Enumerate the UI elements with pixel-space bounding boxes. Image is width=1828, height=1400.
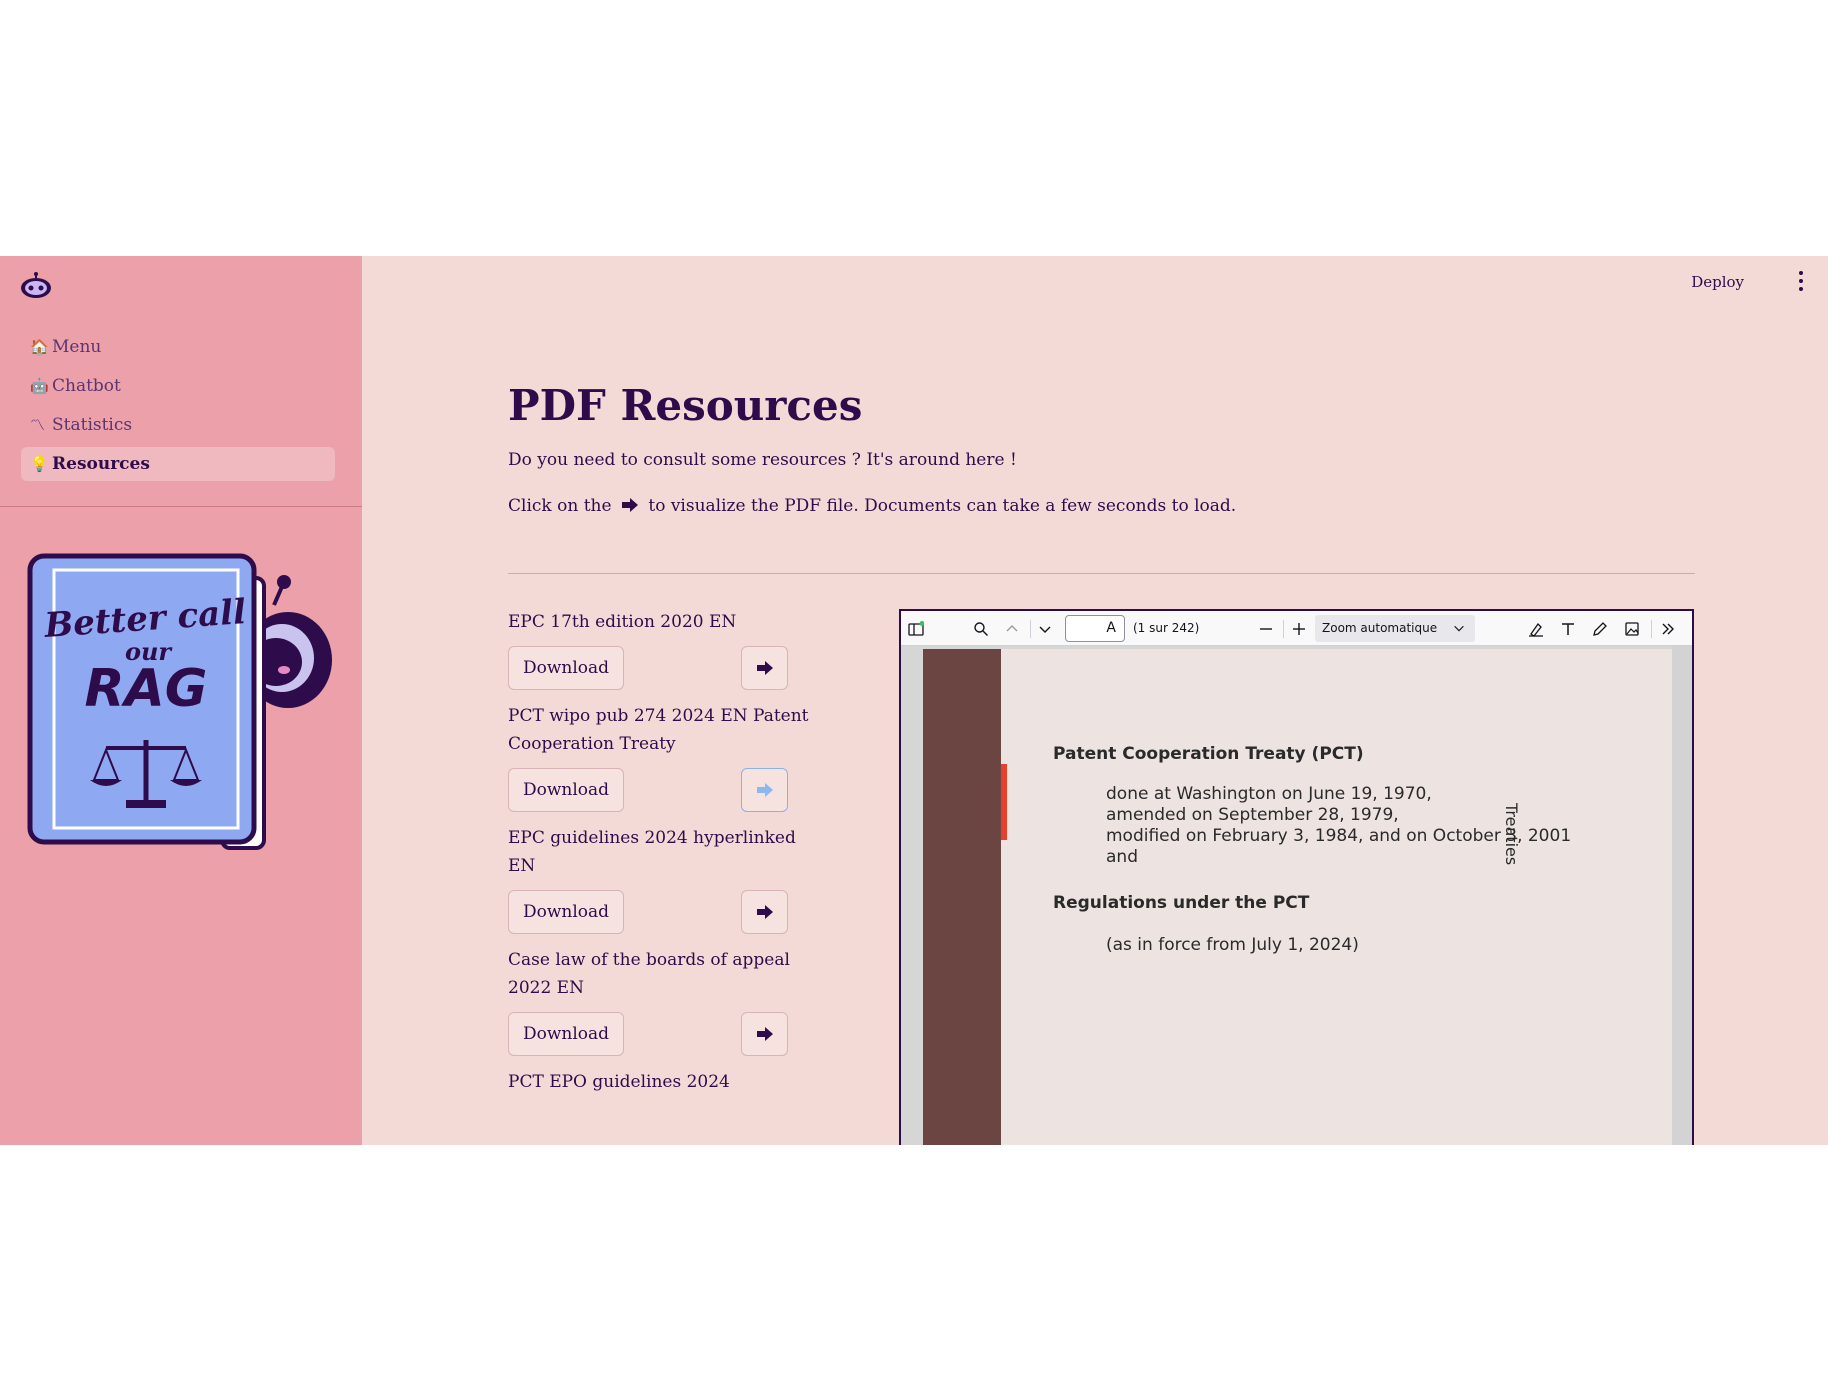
list-item: PCT EPO guidelines 2024	[508, 1068, 838, 1096]
pdf-heading: Regulations under the PCT	[1053, 893, 1310, 913]
arrow-right-icon	[756, 905, 773, 919]
zoom-out-icon[interactable]	[1256, 619, 1276, 639]
sidebar-divider	[0, 506, 362, 507]
sidebar: 🏠 Menu 🤖 Chatbot 〽 Statistics 💡 Resource…	[0, 256, 362, 1145]
pdf-side-label: Treaties	[1502, 803, 1521, 866]
arrow-right-icon	[756, 661, 773, 675]
image-icon[interactable]	[1622, 619, 1642, 639]
document-title: EPC 17th edition 2020 EN	[508, 612, 737, 632]
sidebar-item-label: Chatbot	[52, 376, 121, 396]
page-count: (1 sur 242)	[1133, 621, 1200, 635]
pdf-text-line: amended on September 28, 1979,	[1106, 805, 1399, 825]
list-item: Case law of the boards of appeal 2022 EN…	[508, 946, 838, 1056]
robot-icon: 🤖	[30, 376, 49, 395]
chart-wave-icon: 〽	[30, 415, 46, 434]
instructions-after: to visualize the PDF file. Documents can…	[648, 496, 1237, 516]
instructions-text: Click on the to visualize the PDF file. …	[508, 496, 1236, 516]
sidebar-item-label: Statistics	[52, 415, 133, 435]
pdf-viewer[interactable]: A (1 sur 242) Zoom automatique Patent Co…	[899, 609, 1694, 1145]
kebab-menu-icon[interactable]	[1797, 271, 1805, 291]
sidebar-item-chatbot[interactable]: 🤖 Chatbot	[21, 369, 335, 403]
robot-logo-icon[interactable]	[20, 272, 52, 300]
house-icon: 🏠	[30, 337, 49, 356]
pdf-page: Patent Cooperation Treaty (PCT) done at …	[923, 649, 1673, 1145]
arrow-right-icon	[621, 498, 638, 512]
sidebar-item-label: Resources	[52, 454, 150, 474]
instructions-before: Click on the	[508, 496, 612, 516]
chevron-down-icon	[1454, 625, 1464, 632]
document-list: EPC 17th edition 2020 EN Download PCT wi…	[508, 608, 838, 1106]
document-title: PCT EPO guidelines 2024	[508, 1072, 730, 1092]
better-call-our-rag-logo: Better call our RAG	[27, 553, 332, 850]
page-margin-strip	[923, 649, 1001, 1145]
intro-text: Do you need to consult some resources ? …	[508, 450, 1017, 470]
download-button[interactable]: Download	[508, 890, 624, 934]
draw-icon[interactable]	[1590, 619, 1610, 639]
lightbulb-icon: 💡	[30, 454, 49, 473]
pdf-text-line: (as in force from July 1, 2024)	[1106, 935, 1359, 955]
pdf-scrollbar[interactable]	[1672, 646, 1692, 1145]
download-button[interactable]: Download	[508, 1012, 624, 1056]
document-title: PCT wipo pub 274 2024 EN Patent Cooperat…	[508, 706, 809, 754]
view-pdf-button[interactable]	[741, 768, 788, 812]
view-pdf-button[interactable]	[741, 646, 788, 690]
sidebar-item-resources[interactable]: 💡 Resources	[21, 447, 335, 481]
sidebar-nav: 🏠 Menu 🤖 Chatbot 〽 Statistics 💡 Resource…	[21, 330, 335, 486]
list-item: EPC guidelines 2024 hyperlinked EN Downl…	[508, 824, 838, 934]
pdf-text-line: and	[1106, 847, 1138, 867]
sidebar-item-label: Menu	[52, 337, 102, 357]
zoom-select[interactable]: Zoom automatique	[1315, 615, 1475, 642]
pdf-text-line: done at Washington on June 19, 1970,	[1106, 784, 1432, 804]
app-window: 🏠 Menu 🤖 Chatbot 〽 Statistics 💡 Resource…	[0, 256, 1828, 1145]
list-item: EPC 17th edition 2020 EN Download	[508, 608, 838, 690]
sidebar-toggle-icon[interactable]	[906, 619, 926, 639]
sidebar-item-statistics[interactable]: 〽 Statistics	[21, 408, 335, 442]
chevron-down-icon[interactable]	[1035, 619, 1055, 639]
pdf-heading: Patent Cooperation Treaty (PCT)	[1053, 744, 1364, 764]
sidebar-item-menu[interactable]: 🏠 Menu	[21, 330, 335, 364]
more-tools-icon[interactable]	[1658, 619, 1678, 639]
page-tab-marker	[1001, 764, 1007, 840]
document-title: EPC guidelines 2024 hyperlinked EN	[508, 828, 796, 876]
arrow-right-icon	[756, 1027, 773, 1041]
text-tool-icon[interactable]	[1558, 619, 1578, 639]
zoom-value: Zoom automatique	[1322, 621, 1438, 635]
download-button[interactable]: Download	[508, 646, 624, 690]
highlight-icon[interactable]	[1526, 619, 1546, 639]
download-button[interactable]: Download	[508, 768, 624, 812]
document-title: Case law of the boards of appeal 2022 EN	[508, 950, 790, 998]
pdf-toolbar: A (1 sur 242) Zoom automatique	[901, 611, 1692, 646]
chevron-up-icon[interactable]	[1002, 619, 1022, 639]
svg-text:RAG: RAG	[85, 659, 208, 719]
search-icon[interactable]	[971, 619, 991, 639]
page-number-input[interactable]: A	[1065, 615, 1125, 642]
list-item: PCT wipo pub 274 2024 EN Patent Cooperat…	[508, 702, 838, 812]
view-pdf-button[interactable]	[741, 1012, 788, 1056]
arrow-right-icon	[756, 783, 773, 797]
page-title: PDF Resources	[508, 381, 863, 430]
main-content: PDF Resources Do you need to consult som…	[508, 256, 1696, 1145]
deploy-button[interactable]: Deploy	[1691, 273, 1744, 291]
divider	[508, 573, 1695, 574]
zoom-in-icon[interactable]	[1289, 619, 1309, 639]
view-pdf-button[interactable]	[741, 890, 788, 934]
